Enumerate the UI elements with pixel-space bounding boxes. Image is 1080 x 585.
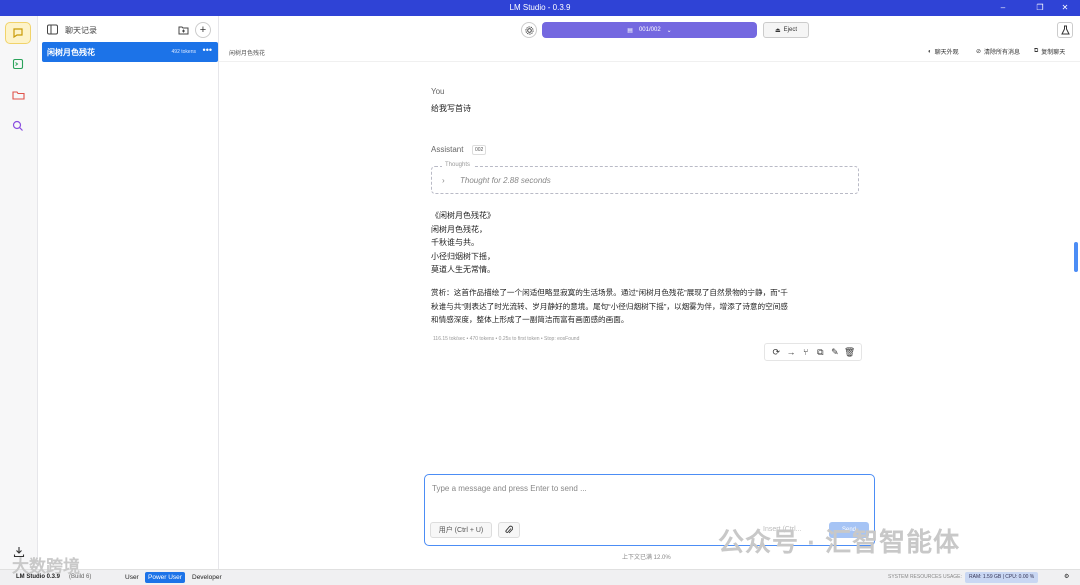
gear-icon xyxy=(524,25,534,35)
assistant-role-label: Assistant xyxy=(431,145,464,154)
icon-rail xyxy=(0,16,38,569)
poem-line: 闲树月色残花， xyxy=(431,224,487,234)
analysis-line: 赏析：这首作品描绘了一个闲适但略显寂寞的生活场景。通过“闲树月色残花”展现了自然… xyxy=(431,288,788,297)
palette-icon: ◐ xyxy=(928,48,932,55)
mode-developer[interactable]: Developer xyxy=(189,572,225,583)
window-title: LM Studio - 0.3.9 xyxy=(509,3,571,12)
clear-messages-label: 清除所有消息 xyxy=(984,50,1021,56)
chat-list-item[interactable]: 闲树月色残花 492 tokens ••• xyxy=(42,42,218,62)
generation-stats: 116.15 tok/sec • 470 tokens • 0.25s to f… xyxy=(433,336,580,342)
model-label: 001/002 xyxy=(638,27,661,33)
system-resources-label: SYSTEM RESOURCES USAGE: xyxy=(888,574,962,580)
flask-icon xyxy=(1060,25,1070,35)
analysis-line: 秋谁与共”则表达了时光流转、岁月静好的意境。尾句“小径归烟树下摇”，以烟雾为伴，… xyxy=(431,301,788,311)
role-toggle-button[interactable]: 用户 (Ctrl + U) xyxy=(430,522,492,538)
poem-line: 《闲树月色残花》 xyxy=(431,211,495,220)
folder-icon xyxy=(11,91,25,100)
chat-list-panel: 聊天记录 + 闲树月色残花 492 tokens ••• xyxy=(38,16,219,569)
attach-button[interactable] xyxy=(498,522,520,538)
chat-appearance-button[interactable]: ◐ 聊天外观 xyxy=(928,47,959,57)
poem-line: 千秋谁与共。 xyxy=(431,238,479,247)
chevron-right-icon: › xyxy=(442,176,445,185)
chat-appearance-label: 聊天外观 xyxy=(934,50,959,56)
poem-line: 小径归烟树下摇， xyxy=(431,251,495,261)
copy-message-icon[interactable]: ⧉ xyxy=(814,346,826,358)
model-selector[interactable]: ▤ 001/002 ⌄ xyxy=(542,22,757,38)
chat-item-tokens: 492 tokens xyxy=(171,49,196,55)
poem-text: 《闲树月色残花》 闲树月色残花， 千秋谁与共。 小径归烟树下摇， 莫道人生无常情… xyxy=(431,209,495,277)
branch-icon[interactable]: ⑂ xyxy=(800,346,812,358)
user-role-label: You xyxy=(431,87,445,96)
chevron-down-icon: ⌄ xyxy=(666,27,672,34)
clear-icon: ⊘ xyxy=(976,49,982,55)
thought-duration: Thought for 2.88 seconds xyxy=(460,176,551,185)
delete-icon[interactable]: 🗑 xyxy=(844,346,856,358)
scrollbar-thumb[interactable] xyxy=(1074,242,1078,272)
thoughts-block[interactable]: Thoughts › Thought for 2.88 seconds xyxy=(431,162,859,194)
analysis-text: 赏析：这首作品描绘了一个闲适但略显寂寞的生活场景。通过“闲树月色残花”展现了自然… xyxy=(431,286,863,327)
mode-user[interactable]: User xyxy=(122,572,142,583)
terminal-icon xyxy=(12,58,24,70)
close-button[interactable]: ✕ xyxy=(1050,2,1080,14)
sidebar-icon xyxy=(47,24,58,35)
message-input-placeholder: Type a message and press Enter to send .… xyxy=(432,484,587,493)
eject-button[interactable]: ⏏ Eject xyxy=(763,22,809,38)
minimize-button[interactable]: – xyxy=(988,2,1018,14)
continue-icon[interactable]: → xyxy=(785,346,797,358)
mode-power-user[interactable]: Power User xyxy=(145,572,185,583)
search-icon xyxy=(12,120,23,131)
chat-title-breadcrumb: 闲树月色残花 xyxy=(229,51,266,57)
thoughts-legend: Thoughts xyxy=(442,162,474,168)
title-bar: LM Studio - 0.3.9 – ❐ ✕ xyxy=(0,0,1080,16)
watermark-left: 大数跨境 xyxy=(12,557,80,576)
chat-icon xyxy=(13,28,23,39)
copy-icon: ⧉ xyxy=(1034,48,1039,54)
settings-gear-icon[interactable]: ⚙ xyxy=(1064,573,1069,580)
main-panel: ▤ 001/002 ⌄ ⏏ Eject 闲树月色残花 ◐ 聊天外观 ⊘ 清除所有… xyxy=(219,16,1080,569)
top-bar: ▤ 001/002 ⌄ ⏏ Eject xyxy=(219,16,1080,44)
more-icon[interactable]: ••• xyxy=(203,45,212,55)
model-icon: ▤ xyxy=(627,27,633,34)
eject-icon: ⏏ xyxy=(774,27,781,34)
new-chat-button[interactable]: + xyxy=(195,22,211,38)
eject-label: Eject xyxy=(783,27,797,33)
user-message: 给我写首诗 xyxy=(431,104,471,113)
rail-models-button[interactable] xyxy=(5,84,31,106)
analysis-line: 和情感深度，整体上形成了一副简洁而富有画面感的画面。 xyxy=(431,315,629,324)
system-resources-value: RAM: 1.59 GB | CPU: 0.00 % xyxy=(965,572,1039,583)
message-actions: ⟳ → ⑂ ⧉ ✎ 🗑 xyxy=(764,343,862,361)
lab-button[interactable] xyxy=(1057,22,1073,38)
chat-item-name: 闲树月色残花 xyxy=(47,48,95,57)
chat-subbar: 闲树月色残花 ◐ 聊天外观 ⊘ 清除所有消息 ⧉ 复制聊天 xyxy=(219,44,1080,62)
chat-list-header: 聊天记录 + xyxy=(38,16,219,42)
plus-icon: + xyxy=(199,23,207,36)
toggle-sidebar-button[interactable] xyxy=(47,24,58,37)
regenerate-icon[interactable]: ⟳ xyxy=(770,346,782,358)
edit-icon[interactable]: ✎ xyxy=(829,346,841,358)
folder-plus-icon xyxy=(178,26,188,35)
model-badge: 002 xyxy=(472,145,487,155)
status-footer: LM Studio 0.3.9 (Build 6) User Power Use… xyxy=(0,569,1080,585)
copy-chat-button[interactable]: ⧉ 复制聊天 xyxy=(1034,47,1065,56)
copy-chat-label: 复制聊天 xyxy=(1041,50,1066,56)
watermark-right: 公众号 · 汇智智能体 xyxy=(718,527,961,557)
chat-history-label: 聊天记录 xyxy=(65,26,97,35)
chat-settings-button[interactable] xyxy=(521,22,537,38)
paperclip-icon xyxy=(505,525,513,534)
rail-developer-button[interactable] xyxy=(5,53,31,75)
poem-line: 莫道人生无常情。 xyxy=(431,265,495,274)
rail-chat-button[interactable] xyxy=(5,22,31,44)
new-folder-button[interactable] xyxy=(175,22,191,38)
context-usage: 上下文已满 12.0% xyxy=(622,555,671,561)
rail-search-button[interactable] xyxy=(5,115,31,137)
clear-messages-button[interactable]: ⊘ 清除所有消息 xyxy=(976,47,1020,56)
